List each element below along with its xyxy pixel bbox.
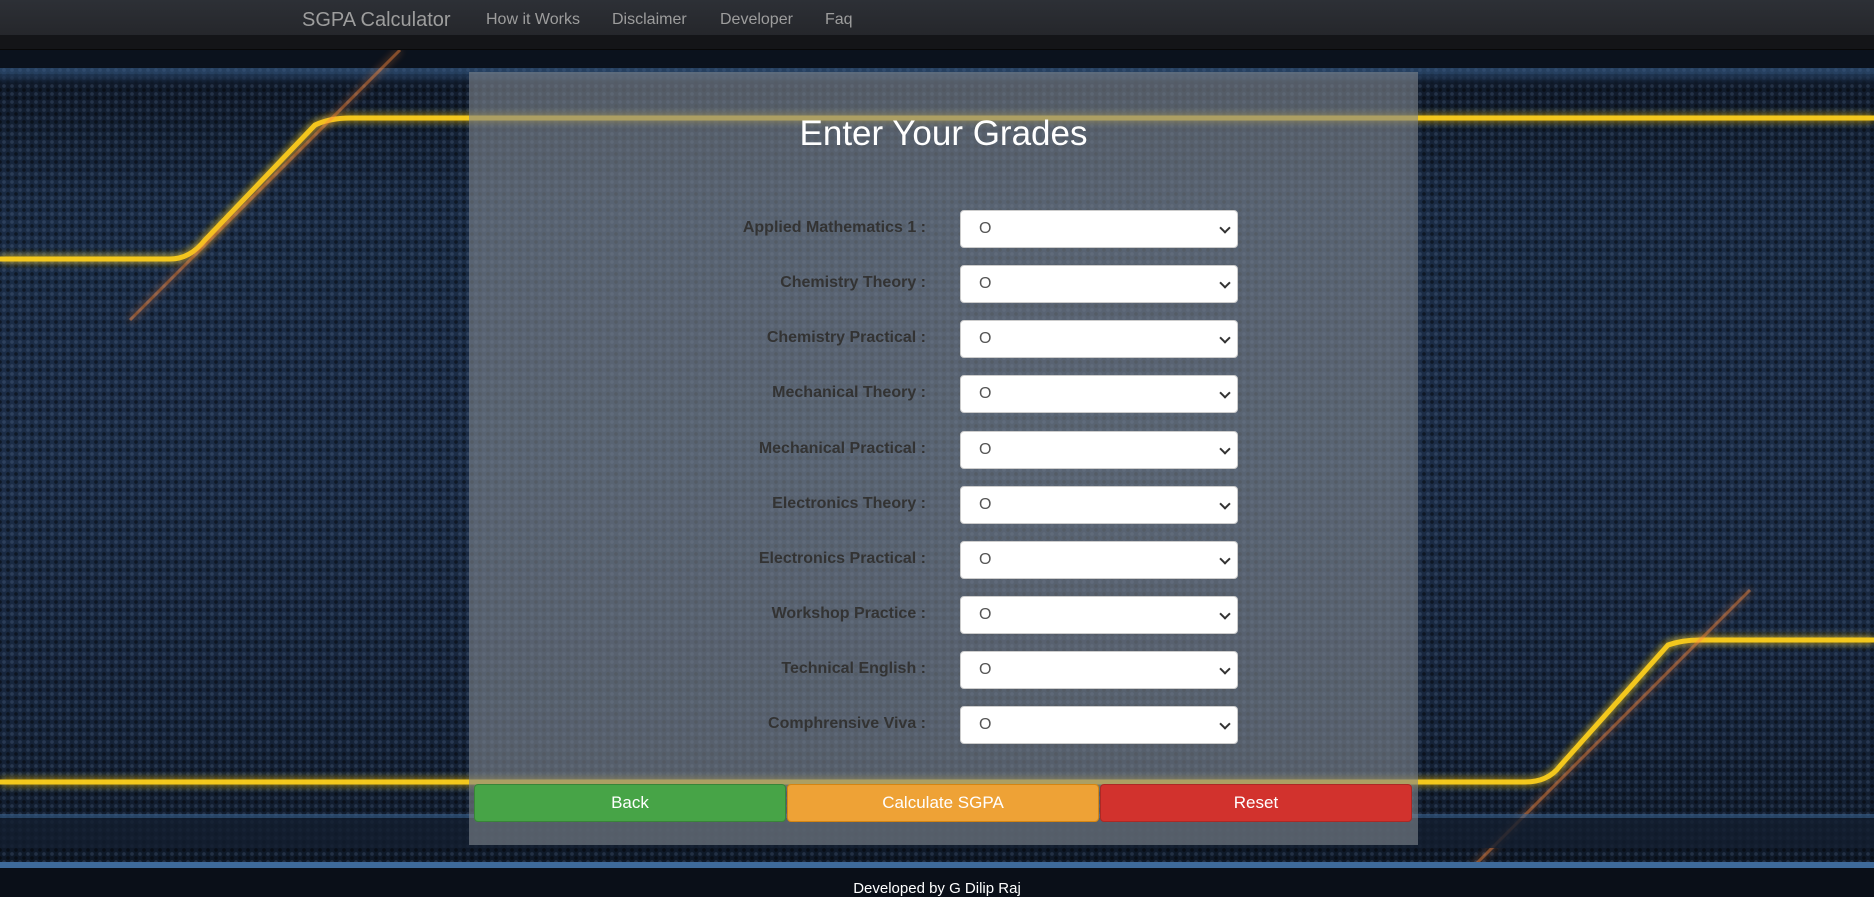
grade-select[interactable]: O	[960, 431, 1238, 469]
grade-select[interactable]: O	[960, 320, 1238, 358]
grade-label: Chemistry Practical :	[766, 329, 926, 346]
chevron-down-icon	[1219, 663, 1231, 675]
calculate-sgpa-button[interactable]: Calculate SGPA	[787, 784, 1099, 822]
grade-label: Workshop Practice :	[771, 605, 926, 622]
grade-label: Electronics Theory :	[772, 495, 926, 512]
grade-select[interactable]: O	[960, 210, 1238, 248]
grade-label: Comphrensive Viva :	[768, 715, 926, 732]
grade-row-applied-mathematics-1: Applied Mathematics 1 : O	[469, 209, 1418, 249]
chevron-down-icon	[1219, 608, 1231, 620]
grade-select[interactable]: O	[960, 541, 1238, 579]
brand-link[interactable]: SGPA Calculator	[302, 9, 451, 32]
grade-label: Chemistry Theory :	[780, 274, 926, 291]
form-title: Enter Your Grades	[799, 114, 1088, 153]
grade-select[interactable]: O	[960, 375, 1238, 413]
grade-row-electronics-theory: Electronics Theory : O	[469, 485, 1418, 525]
chevron-down-icon	[1219, 332, 1231, 344]
grade-select[interactable]: O	[960, 651, 1238, 689]
grade-select[interactable]: O	[960, 486, 1238, 524]
grade-row-mechanical-theory: Mechanical Theory : O	[469, 374, 1418, 414]
navbar-bottom-strip	[0, 35, 1874, 49]
chevron-down-icon	[1219, 443, 1231, 455]
nav-faq[interactable]: Faq	[825, 11, 853, 29]
grade-row-workshop-practice: Workshop Practice : O	[469, 595, 1418, 635]
back-button[interactable]: Back	[474, 784, 786, 822]
grades-form-card: Enter Your Grades Applied Mathematics 1 …	[469, 72, 1418, 845]
nav-developer[interactable]: Developer	[720, 11, 793, 29]
chevron-down-icon	[1219, 553, 1231, 565]
grade-label: Mechanical Theory :	[772, 384, 926, 401]
grade-label: Technical English :	[781, 660, 926, 677]
chevron-down-icon	[1219, 718, 1231, 730]
nav-disclaimer[interactable]: Disclaimer	[612, 11, 687, 29]
grade-label: Applied Mathematics 1 :	[742, 219, 926, 236]
grade-row-comphrensive-viva: Comphrensive Viva : O	[469, 705, 1418, 745]
grade-row-mechanical-practical: Mechanical Practical : O	[469, 430, 1418, 470]
grade-label: Mechanical Practical :	[758, 440, 926, 457]
footer-credit: Developed by G Dilip Raj	[853, 880, 1021, 897]
nav-how-it-works[interactable]: How it Works	[486, 11, 580, 29]
grade-row-technical-english: Technical English : O	[469, 650, 1418, 690]
chevron-down-icon	[1219, 387, 1231, 399]
grade-row-chemistry-theory: Chemistry Theory : O	[469, 264, 1418, 304]
grade-select[interactable]: O	[960, 706, 1238, 744]
grade-row-chemistry-practical: Chemistry Practical : O	[469, 319, 1418, 359]
grade-select[interactable]: O	[960, 265, 1238, 303]
chevron-down-icon	[1219, 277, 1231, 289]
reset-button[interactable]: Reset	[1100, 784, 1412, 822]
chevron-down-icon	[1219, 222, 1231, 234]
grade-select[interactable]: O	[960, 596, 1238, 634]
grade-row-electronics-practical: Electronics Practical : O	[469, 540, 1418, 580]
chevron-down-icon	[1219, 498, 1231, 510]
grade-label: Electronics Practical :	[758, 550, 926, 567]
navbar: SGPA Calculator How it Works Disclaimer …	[0, 0, 1874, 50]
